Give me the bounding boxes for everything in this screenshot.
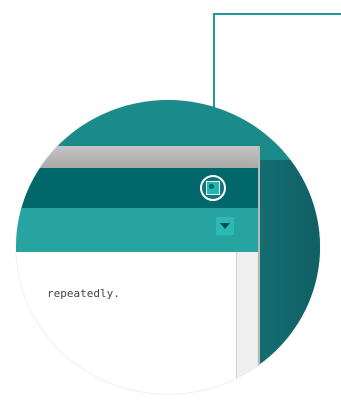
ide-toolbar — [16, 168, 258, 208]
magnifier-illustration: repeatedly. — [0, 0, 341, 400]
editor-scrollbar[interactable] — [236, 252, 257, 394]
serial-monitor-button[interactable] — [200, 175, 226, 201]
magnifier-icon — [206, 181, 220, 195]
code-editor[interactable] — [16, 252, 236, 394]
tab-bar — [16, 208, 258, 252]
ide-window: repeatedly. — [16, 146, 260, 394]
lens-background — [256, 160, 320, 394]
triangle-down-icon[interactable] — [216, 217, 234, 235]
code-line: repeatedly. — [47, 287, 120, 300]
magnifier-lens: repeatedly. — [16, 100, 320, 394]
callout-line-horizontal — [214, 13, 341, 15]
window-titlebar — [16, 146, 258, 168]
